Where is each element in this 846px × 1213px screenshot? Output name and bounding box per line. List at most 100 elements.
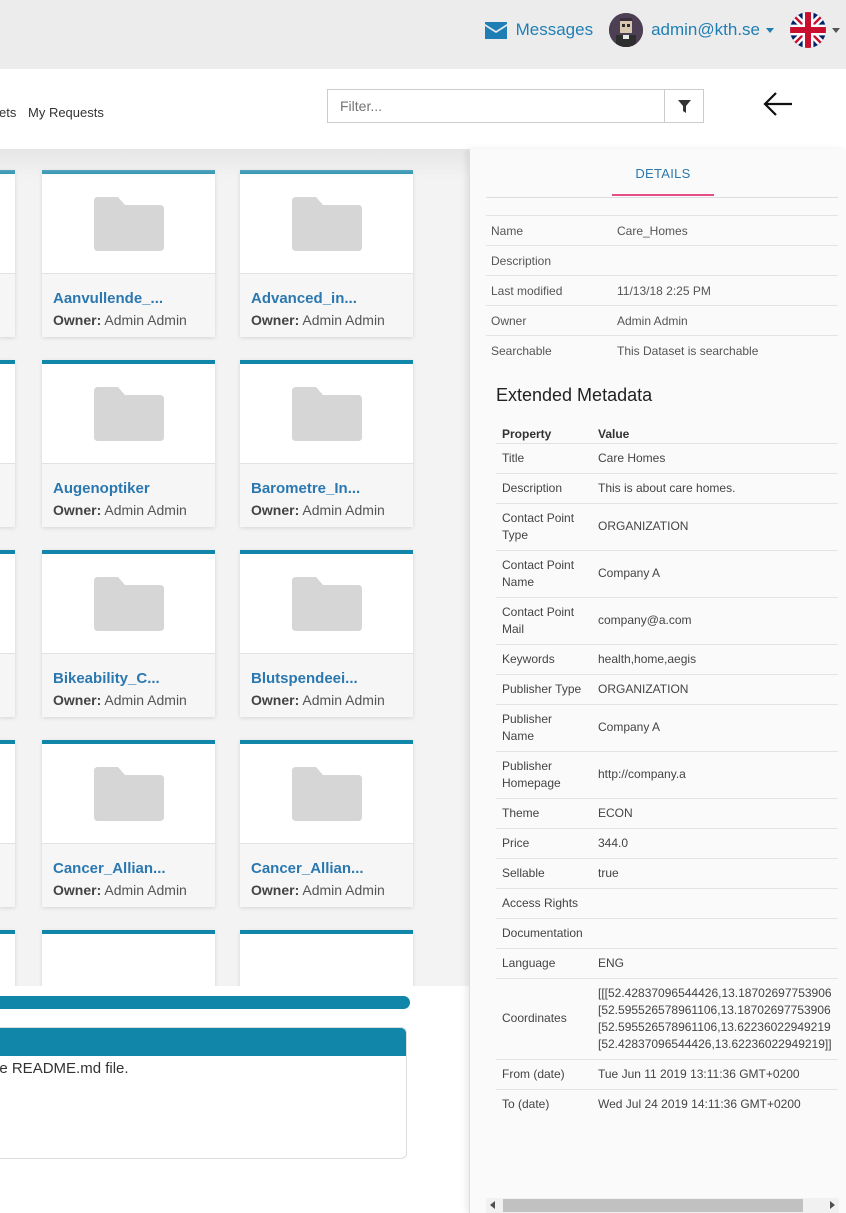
dataset-card[interactable]: [42, 930, 215, 986]
metadata-value: health,home,aegis: [592, 643, 838, 674]
dataset-card[interactable]: Cancer_Allian... Owner: Admin Admin: [240, 740, 413, 907]
table-row: Description This is about care homes.: [496, 472, 838, 503]
dataset-title[interactable]: Augenoptiker: [53, 480, 150, 497]
dataset-card[interactable]: [0, 170, 15, 337]
table-row: Name Care_Homes: [486, 215, 838, 246]
metadata-value: [592, 887, 838, 918]
horizontal-scrollbar[interactable]: [486, 1198, 839, 1213]
table-row: Sellable true: [496, 857, 838, 888]
column-header-property: Property: [502, 426, 552, 441]
metadata-key: Language: [496, 947, 592, 978]
table-row: Coordinates [[[52.42837096544426,13.18702…: [496, 977, 838, 1059]
table-row: Description: [486, 245, 838, 276]
table-row: Title Care Homes: [496, 442, 838, 473]
metadata-key: Contact Point Type: [496, 502, 592, 550]
table-row: Publisher Homepage http://company.a: [496, 750, 838, 798]
dataset-card[interactable]: Blutspendeei... Owner: Admin Admin: [240, 550, 413, 717]
scroll-left-icon[interactable]: [490, 1201, 495, 1209]
avatar[interactable]: [609, 13, 644, 47]
dataset-card[interactable]: [0, 930, 15, 986]
folder-icon: [291, 386, 362, 441]
info-value: This Dataset is searchable: [612, 335, 838, 366]
metadata-value: true: [592, 857, 838, 888]
info-key: Owner: [486, 305, 612, 336]
table-row: Searchable This Dataset is searchable: [486, 335, 838, 366]
readme-panel: he README.md file.: [0, 1027, 407, 1159]
info-value: Care_Homes: [612, 215, 838, 246]
metadata-key: Documentation: [496, 917, 592, 948]
metadata-key: Contact Point Name: [496, 549, 592, 597]
back-arrow-icon[interactable]: [762, 90, 794, 118]
metadata-key: Access Rights: [496, 887, 592, 918]
filter-icon: [677, 99, 691, 113]
table-row: Access Rights: [496, 887, 838, 918]
dataset-card[interactable]: [0, 740, 15, 907]
table-row: Documentation: [496, 917, 838, 948]
dataset-title[interactable]: Bikeability_C...: [53, 670, 160, 687]
tab-details[interactable]: DETAILS: [612, 149, 714, 196]
messages-link[interactable]: Messages: [484, 20, 594, 40]
progress-bar: [0, 996, 410, 1009]
tab-datasets[interactable]: ets: [0, 105, 16, 120]
metadata-value: [[[52.42837096544426,13.18702697753906 […: [592, 977, 838, 1059]
dataset-title[interactable]: Cancer_Allian...: [53, 860, 166, 877]
table-row: Keywords health,home,aegis: [496, 643, 838, 674]
dataset-card[interactable]: [240, 930, 413, 986]
metadata-value: Company A: [592, 549, 838, 597]
info-value: [612, 245, 838, 276]
metadata-key: From (date): [496, 1058, 592, 1089]
user-menu[interactable]: admin@kth.se: [651, 20, 774, 40]
table-row: To (date) Wed Jul 24 2019 14:11:36 GMT+02…: [496, 1088, 838, 1119]
dataset-title[interactable]: Advanced_in...: [251, 290, 357, 307]
dataset-card[interactable]: [0, 360, 15, 527]
envelope-icon: [484, 21, 507, 39]
messages-label: Messages: [515, 20, 594, 39]
chevron-down-icon: [766, 27, 774, 33]
dataset-title[interactable]: Cancer_Allian...: [251, 860, 364, 877]
user-label: admin@kth.se: [651, 20, 760, 39]
metadata-value: Wed Jul 24 2019 14:11:36 GMT+0200: [592, 1088, 838, 1119]
dataset-title[interactable]: Aanvullende_...: [53, 290, 163, 307]
dataset-grid: Aanvullende_... Owner: Admin Admin Advan…: [0, 149, 469, 986]
table-row: Contact Point Type ORGANIZATION: [496, 502, 838, 550]
dataset-card[interactable]: [0, 550, 15, 717]
dataset-title[interactable]: Blutspendeei...: [251, 670, 358, 687]
scroll-right-icon[interactable]: [830, 1201, 835, 1209]
filter-input[interactable]: [327, 89, 665, 123]
metadata-key: Publisher Name: [496, 703, 592, 751]
dataset-card[interactable]: Augenoptiker Owner: Admin Admin: [42, 360, 215, 527]
info-key: Name: [486, 215, 612, 246]
metadata-value: Care Homes: [592, 442, 838, 473]
dataset-owner: Owner: Admin Admin: [251, 692, 385, 708]
metadata-key: To (date): [496, 1088, 592, 1119]
dataset-card[interactable]: Advanced_in... Owner: Admin Admin: [240, 170, 413, 337]
dataset-owner: Owner: Admin Admin: [251, 882, 385, 898]
folder-icon: [93, 576, 164, 631]
metadata-value: ENG: [592, 947, 838, 978]
column-header-value: Value: [598, 426, 630, 441]
language-menu[interactable]: [790, 12, 840, 48]
metadata-key: Theme: [496, 797, 592, 828]
scrollbar-thumb[interactable]: [503, 1199, 803, 1212]
dataset-owner: Owner: Admin Admin: [251, 312, 385, 328]
dataset-card[interactable]: Cancer_Allian... Owner: Admin Admin: [42, 740, 215, 907]
metadata-value: company@a.com: [592, 596, 838, 644]
metadata-key: Title: [496, 442, 592, 473]
metadata-table: Property Value Title Care Homes Descriptio…: [496, 425, 838, 1119]
metadata-value: ORGANIZATION: [592, 673, 838, 704]
dataset-card[interactable]: Bikeability_C... Owner: Admin Admin: [42, 550, 215, 717]
filter-button[interactable]: [664, 89, 704, 123]
metadata-key: Publisher Homepage: [496, 750, 592, 798]
tab-my-requests[interactable]: My Requests: [28, 105, 104, 120]
folder-icon: [93, 196, 164, 251]
dataset-owner: Owner: Admin Admin: [53, 882, 187, 898]
dataset-card[interactable]: Barometre_In... Owner: Admin Admin: [240, 360, 413, 527]
dataset-card[interactable]: Aanvullende_... Owner: Admin Admin: [42, 170, 215, 337]
dataset-title[interactable]: Barometre_In...: [251, 480, 360, 497]
chevron-down-icon: [832, 27, 840, 33]
info-key: Description: [486, 245, 612, 276]
folder-icon: [93, 766, 164, 821]
metadata-value: http://company.a: [592, 750, 838, 798]
metadata-key: Keywords: [496, 643, 592, 674]
folder-icon: [291, 766, 362, 821]
